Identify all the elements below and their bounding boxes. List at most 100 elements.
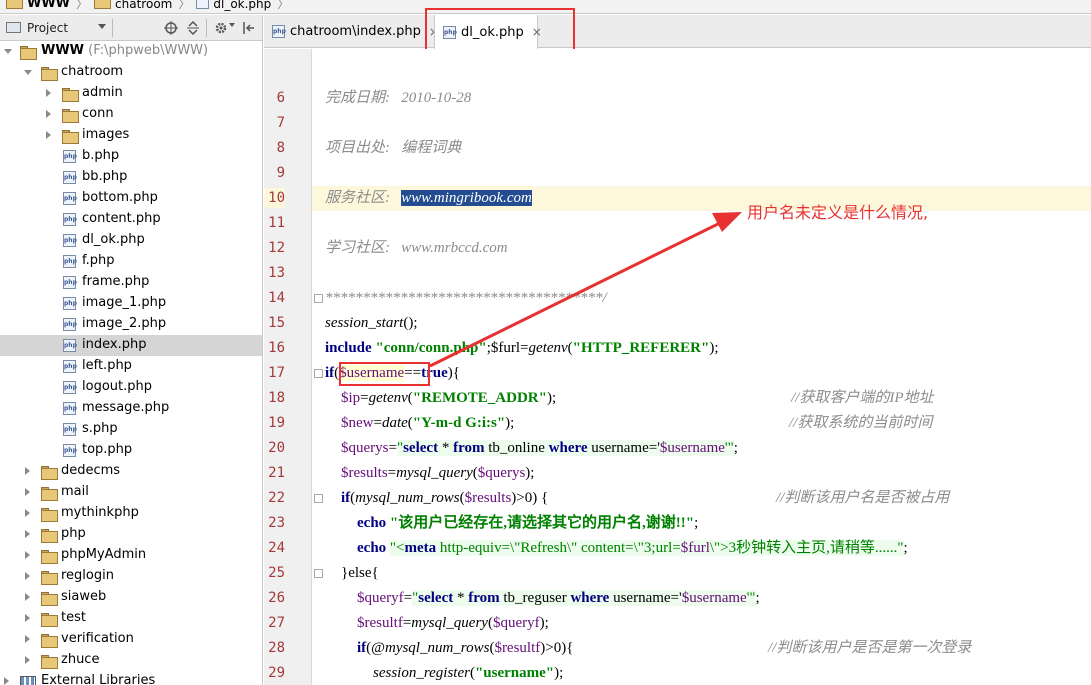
code-text: );: [525, 465, 535, 481]
chevron-right-icon[interactable]: [25, 572, 30, 580]
tree-item-label: f.php: [82, 253, 115, 268]
tree-item-label: conn: [82, 106, 114, 121]
tab-label: dl_ok.php: [461, 24, 524, 40]
tree-item-label: siaweb: [61, 589, 107, 604]
chevron-down-icon[interactable]: [4, 49, 12, 54]
chevron-right-icon[interactable]: [25, 593, 30, 601]
folder-icon: [20, 46, 37, 60]
tree-folder[interactable]: mythinkphp: [0, 503, 262, 524]
code-text: username=': [587, 440, 660, 456]
tree-item-conn[interactable]: conn: [0, 104, 262, 125]
project-view-label: Project: [27, 20, 69, 35]
php-file-icon: php: [63, 297, 77, 310]
code-line: if($username==true){: [325, 363, 460, 383]
code-comment: //获取客户端的IP地址: [791, 390, 934, 406]
tree-root[interactable]: WWW (F:\phpweb\WWW): [0, 41, 262, 62]
line-number: 18: [268, 390, 285, 406]
tree-file[interactable]: php top.php: [0, 440, 262, 461]
code-text: echo: [357, 515, 387, 531]
tree-file[interactable]: php logout.php: [0, 377, 262, 398]
code-text: =: [388, 440, 397, 456]
tree-item-label: bb.php: [82, 169, 128, 184]
breadcrumb-file[interactable]: dl_ok.php: [196, 0, 271, 13]
chevron-right-icon[interactable]: [25, 635, 30, 643]
tree-folder[interactable]: dedecms: [0, 461, 262, 482]
chevron-right-icon[interactable]: [4, 677, 9, 685]
code-text: $username: [681, 590, 747, 606]
chevron-right-icon[interactable]: [25, 614, 30, 622]
tree-external-libraries[interactable]: External Libraries: [0, 671, 262, 685]
tree-file[interactable]: php f.php: [0, 251, 262, 272]
close-icon[interactable]: ×: [532, 25, 542, 39]
code-text: $queryf: [357, 590, 404, 606]
code-text: (@: [366, 640, 385, 656]
folder-icon: [41, 592, 58, 606]
chevron-right-icon[interactable]: [25, 488, 30, 496]
tree-file[interactable]: php image_2.php: [0, 314, 262, 335]
tree-file[interactable]: php left.php: [0, 356, 262, 377]
tree-folder[interactable]: verification: [0, 629, 262, 650]
breadcrumb-root[interactable]: WWW: [6, 0, 70, 13]
tree-item-images[interactable]: images: [0, 125, 262, 146]
code-text: meta: [404, 540, 437, 556]
chevron-right-icon[interactable]: [25, 467, 30, 475]
line-number: 13: [268, 265, 285, 281]
tree-file[interactable]: php s.php: [0, 419, 262, 440]
tab-dl-ok[interactable]: php dl_ok.php ×: [434, 15, 542, 49]
tree-folder[interactable]: php: [0, 524, 262, 545]
tree-file[interactable]: php frame.php: [0, 272, 262, 293]
chevron-right-icon[interactable]: [46, 89, 51, 97]
tree-file-selected[interactable]: php index.php: [0, 335, 262, 356]
php-file-icon: php: [63, 444, 77, 457]
tree-file[interactable]: php b.php: [0, 146, 262, 167]
tree-file[interactable]: php bottom.php: [0, 188, 262, 209]
line-number: 11: [268, 215, 285, 231]
tab-chatroom-index[interactable]: php chatroom\index.php ×: [272, 15, 439, 48]
tree-folder[interactable]: phpMyAdmin: [0, 545, 262, 566]
tree-file[interactable]: php image_1.php: [0, 293, 262, 314]
chevron-down-icon[interactable]: [24, 70, 32, 75]
chevron-right-icon[interactable]: [25, 551, 30, 559]
fold-marker[interactable]: [314, 294, 323, 303]
tree-file[interactable]: php content.php: [0, 209, 262, 230]
code-editor[interactable]: 6 7 8 9 10 11 12 13 14 15 16 17 18 19 20…: [264, 49, 1091, 685]
tree-folder[interactable]: reglogin: [0, 566, 262, 587]
folder-icon: [41, 571, 58, 585]
tree-item-admin[interactable]: admin: [0, 83, 262, 104]
gear-icon[interactable]: [214, 21, 228, 35]
chevron-down-icon[interactable]: [229, 23, 235, 27]
tree-item-label: admin: [82, 85, 123, 100]
tree-item-label: message.php: [82, 400, 170, 415]
code-text: *: [438, 440, 454, 456]
tree-file[interactable]: php message.php: [0, 398, 262, 419]
chevron-right-icon[interactable]: [46, 131, 51, 139]
tree-file[interactable]: php dl_ok.php: [0, 230, 262, 251]
line-number: 14: [268, 290, 285, 306]
tree-file[interactable]: php bb.php: [0, 167, 262, 188]
tree-folder[interactable]: zhuce: [0, 650, 262, 671]
tree-folder[interactable]: test: [0, 608, 262, 629]
collapse-icon[interactable]: [186, 21, 200, 35]
project-view-selector[interactable]: Project: [6, 18, 106, 38]
fold-marker[interactable]: [314, 494, 323, 503]
folder-icon: [41, 529, 58, 543]
breadcrumb-folder[interactable]: chatroom: [94, 0, 172, 13]
tree-item-label: php: [61, 526, 86, 541]
tree-folder[interactable]: siaweb: [0, 587, 262, 608]
fold-marker[interactable]: [314, 569, 323, 578]
chevron-right-icon[interactable]: [25, 509, 30, 517]
target-icon[interactable]: [164, 21, 178, 35]
code-text: $username: [659, 440, 725, 456]
tree-item-label: s.php: [82, 421, 118, 436]
code-text: echo: [357, 540, 387, 556]
chevron-right-icon[interactable]: [25, 656, 30, 664]
fold-marker[interactable]: [314, 369, 323, 378]
chevron-right-icon[interactable]: [25, 530, 30, 538]
tree-item-chatroom[interactable]: chatroom: [0, 62, 262, 83]
line-gutter: 6 7 8 9 10 11 12 13 14 15 16 17 18 19 20…: [264, 49, 312, 685]
folder-icon: [6, 0, 23, 9]
tree-folder[interactable]: mail: [0, 482, 262, 503]
toolbar-divider: [206, 19, 207, 37]
chevron-right-icon[interactable]: [46, 110, 51, 118]
hide-panel-icon[interactable]: [242, 21, 256, 35]
